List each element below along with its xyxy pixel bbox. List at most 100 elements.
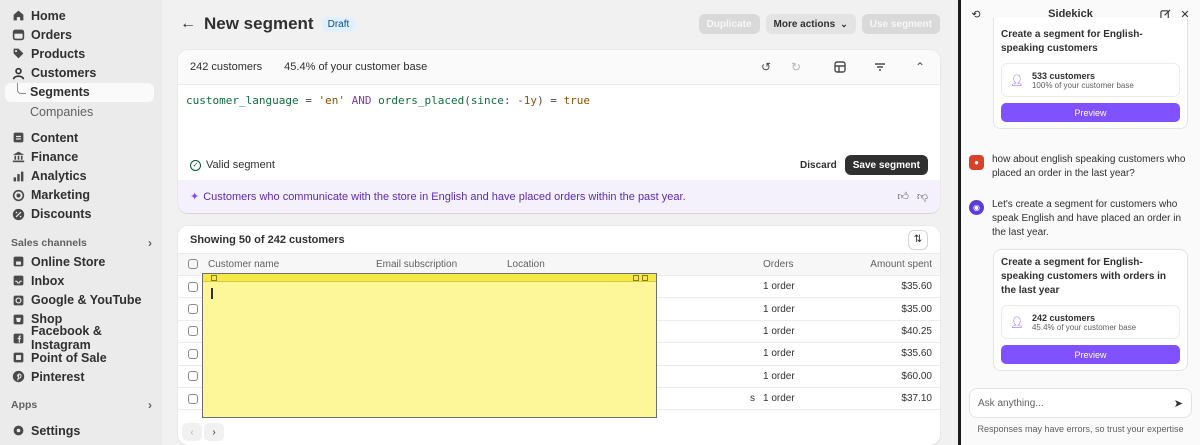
sidebar-item-companies[interactable]: Companies: [0, 102, 162, 121]
page-header: ← New segment Draft Duplicate More actio…: [180, 12, 940, 36]
sidebar-item-facebook-instagram[interactable]: Facebook & Instagram: [0, 324, 162, 352]
orders-cell: 1 order: [759, 342, 839, 366]
history-icon[interactable]: ⟲: [969, 7, 983, 21]
prev-page-icon[interactable]: ‹: [182, 423, 202, 441]
section-label-text: Sales channels: [11, 236, 87, 249]
sidebar-item-marketing[interactable]: Marketing: [0, 186, 162, 205]
sort-icon[interactable]: ⇅: [908, 229, 928, 250]
gear-icon: [12, 424, 25, 437]
discount-icon: [12, 208, 25, 221]
sidebar-item-segments[interactable]: Segments: [5, 82, 154, 102]
preview-button[interactable]: Preview: [1001, 103, 1180, 122]
editor-toolbar: ↺ ↻ ⌃: [758, 59, 928, 75]
sidebar-item-customers[interactable]: Customers: [0, 64, 162, 83]
row-checkbox[interactable]: [188, 393, 198, 404]
store-icon: [12, 255, 25, 268]
segment-editor-card: 242 customers 45.4% of your customer bas…: [178, 50, 940, 213]
row-checkbox[interactable]: [188, 326, 198, 337]
preview-button[interactable]: Preview: [1001, 345, 1180, 364]
content-icon: [12, 131, 25, 144]
showing-count: Showing 50 of 242 customers: [190, 233, 345, 246]
query-token: :: [503, 94, 518, 107]
target-icon: [12, 189, 25, 202]
section-label-text: Apps: [11, 398, 38, 411]
stat-text: 533 customers 100% of your customer base: [1032, 71, 1134, 90]
next-page-icon[interactable]: ›: [204, 423, 224, 441]
back-arrow-icon[interactable]: ←: [180, 15, 196, 33]
stat-count: 533 customers: [1031, 70, 1096, 81]
home-icon: [12, 9, 25, 22]
send-icon[interactable]: ➤: [1174, 397, 1183, 410]
redo-icon[interactable]: ↻: [788, 59, 804, 75]
row-checkbox[interactable]: [188, 303, 198, 314]
row-checkbox[interactable]: [188, 371, 198, 382]
customer-base-pct: 45.4% of your customer base: [284, 61, 427, 73]
sidebar-item-discounts[interactable]: Discounts: [0, 205, 162, 224]
sticky-note[interactable]: [202, 273, 657, 418]
sidebar-item-label: Home: [31, 8, 66, 23]
collapse-icon[interactable]: ⌃: [912, 59, 928, 75]
query-token: orders_placed: [378, 94, 465, 107]
col-header[interactable]: Orders: [759, 253, 839, 276]
sidebar-item-content[interactable]: Content: [0, 128, 162, 147]
sidebar-item-online-store[interactable]: Online Store: [0, 252, 162, 271]
sidebar-item-settings[interactable]: Settings: [0, 421, 162, 440]
row-select-cell: [178, 365, 204, 388]
sidebar-item-inbox[interactable]: Inbox: [0, 271, 162, 290]
customer-count: 242 customers: [190, 61, 262, 73]
person-icon: 👤︎: [1010, 316, 1024, 329]
amount-cell: $60.00: [839, 365, 940, 388]
suggestion-stat: 👤︎ 242 customers 45.4% of your customer …: [1001, 305, 1180, 339]
sidebar-item-analytics[interactable]: Analytics: [0, 167, 162, 186]
query-token: customer_language: [186, 94, 299, 107]
select-all-checkbox[interactable]: [188, 259, 198, 270]
sidebar-item-orders[interactable]: Orders: [0, 25, 162, 44]
row-checkbox[interactable]: [188, 281, 198, 292]
inbox-icon: [12, 274, 25, 287]
filter-icon[interactable]: [872, 59, 888, 75]
more-actions-button[interactable]: More actions ⌄: [765, 14, 856, 34]
sticky-resize-icon[interactable]: [633, 275, 639, 281]
query-token: (: [464, 94, 471, 107]
template-icon[interactable]: [832, 59, 848, 75]
save-segment-button[interactable]: Save segment: [844, 155, 928, 175]
sticky-note-titlebar[interactable]: [203, 274, 656, 282]
col-header[interactable]: Amount spent: [839, 253, 940, 276]
stat-pct: 45.4% of your customer base: [1031, 322, 1137, 332]
sidebar-item-label: Customers: [31, 66, 97, 81]
apps-header[interactable]: Apps ›: [0, 395, 162, 414]
sales-channels-header[interactable]: Sales channels ›: [0, 233, 162, 252]
segment-query-editor[interactable]: customer_language = 'en' AND orders_plac…: [178, 85, 940, 145]
sidebar-item-home[interactable]: Home: [0, 6, 162, 25]
chevron-right-icon: ›: [148, 235, 152, 250]
row-select-cell: [178, 320, 204, 344]
sidebar-item-finance[interactable]: Finance: [0, 147, 162, 166]
stat-pct: 100% of your customer base: [1031, 80, 1134, 90]
amount-cell: $35.60: [839, 342, 940, 366]
sidebar-item-google-youtube[interactable]: Google & YouTube: [0, 290, 162, 309]
suggestion-title: Create a segment for English-speaking cu…: [1001, 257, 1167, 296]
row-select-cell: [178, 275, 204, 299]
amount-cell: $40.25: [839, 320, 940, 344]
row-checkbox[interactable]: [188, 348, 198, 359]
ai-summary-text: Customers who communicate with the store…: [203, 190, 686, 203]
segment-suggestion-card: Create a segment for English-speaking cu…: [993, 18, 1188, 129]
stat-count: 242 customers: [1031, 312, 1096, 323]
undo-icon[interactable]: ↺: [758, 59, 774, 75]
ask-input[interactable]: [978, 397, 1174, 409]
use-segment-button[interactable]: Use segment: [861, 14, 940, 34]
sticky-close-icon[interactable]: [642, 275, 648, 281]
thumbs-up-icon[interactable]: 👍︎: [897, 190, 909, 203]
status-badge: Draft: [321, 16, 356, 32]
valid-segment-text: Valid segment: [206, 159, 275, 171]
duplicate-button[interactable]: Duplicate: [698, 14, 760, 34]
sidebar-item-products[interactable]: Products: [0, 44, 162, 63]
thumbs-down-icon[interactable]: 👎︎: [917, 190, 928, 203]
discard-button[interactable]: Discard: [800, 160, 837, 171]
avatar: ●: [969, 155, 984, 170]
sticky-new-icon[interactable]: [211, 275, 217, 281]
sidebar-item-pinterest[interactable]: Pinterest: [0, 367, 162, 386]
table-header-bar: Showing 50 of 242 customers ⇅: [178, 226, 940, 253]
sidebar-item-label: Orders: [31, 27, 72, 42]
